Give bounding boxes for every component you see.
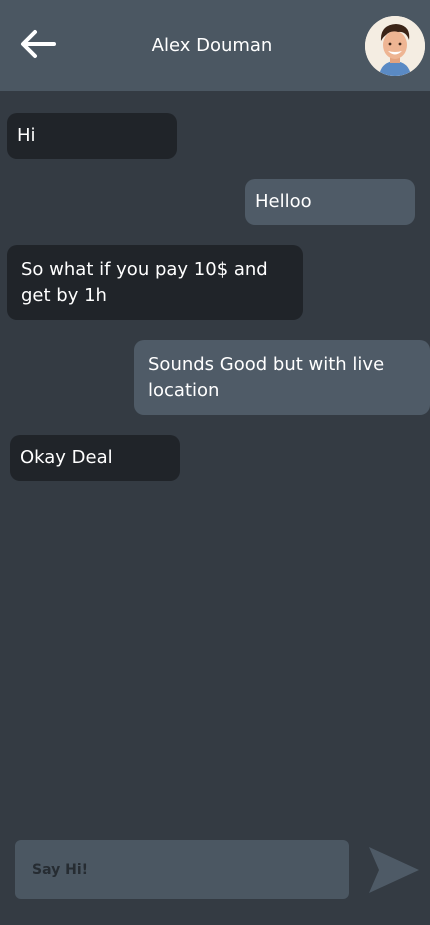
contact-name: Alex Douman bbox=[151, 35, 273, 56]
send-icon bbox=[369, 847, 419, 893]
avatar[interactable] bbox=[365, 16, 425, 76]
message-bubble-sent: Helloo bbox=[245, 179, 415, 225]
message-bubble-received: Okay Deal bbox=[10, 435, 180, 481]
message-input[interactable] bbox=[15, 840, 349, 899]
chat-header: Alex Douman bbox=[0, 0, 430, 91]
message-bubble-received: Hi bbox=[7, 113, 177, 159]
message-bubble-sent: Sounds Good but with live location bbox=[134, 340, 430, 415]
send-button[interactable] bbox=[367, 845, 421, 895]
message-bubble-received: So what if you pay 10$ and get by 1h bbox=[7, 245, 303, 320]
